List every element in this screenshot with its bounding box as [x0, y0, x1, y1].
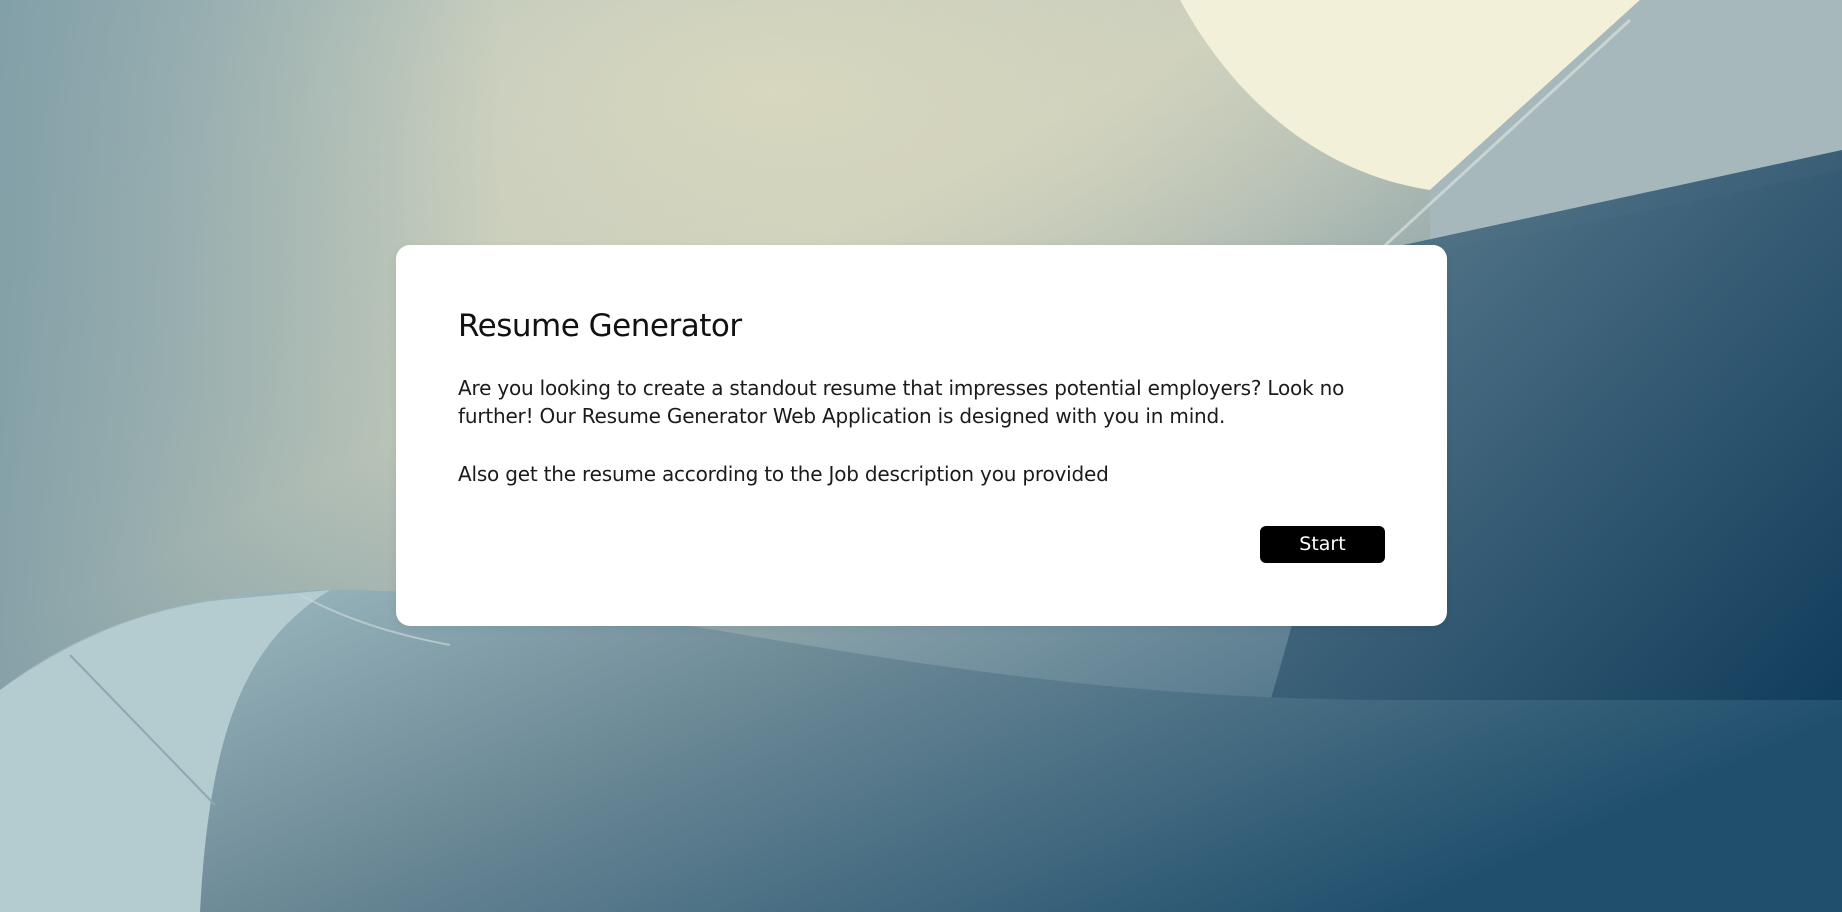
- intro-card: Resume Generator Are you looking to crea…: [396, 245, 1447, 626]
- subtext: Also get the resume according to the Job…: [458, 462, 1109, 486]
- page-title: Resume Generator: [458, 308, 742, 344]
- start-button[interactable]: Start: [1260, 526, 1385, 563]
- description-text: Are you looking to create a standout res…: [458, 376, 1345, 428]
- card-actions: Start: [1260, 526, 1385, 563]
